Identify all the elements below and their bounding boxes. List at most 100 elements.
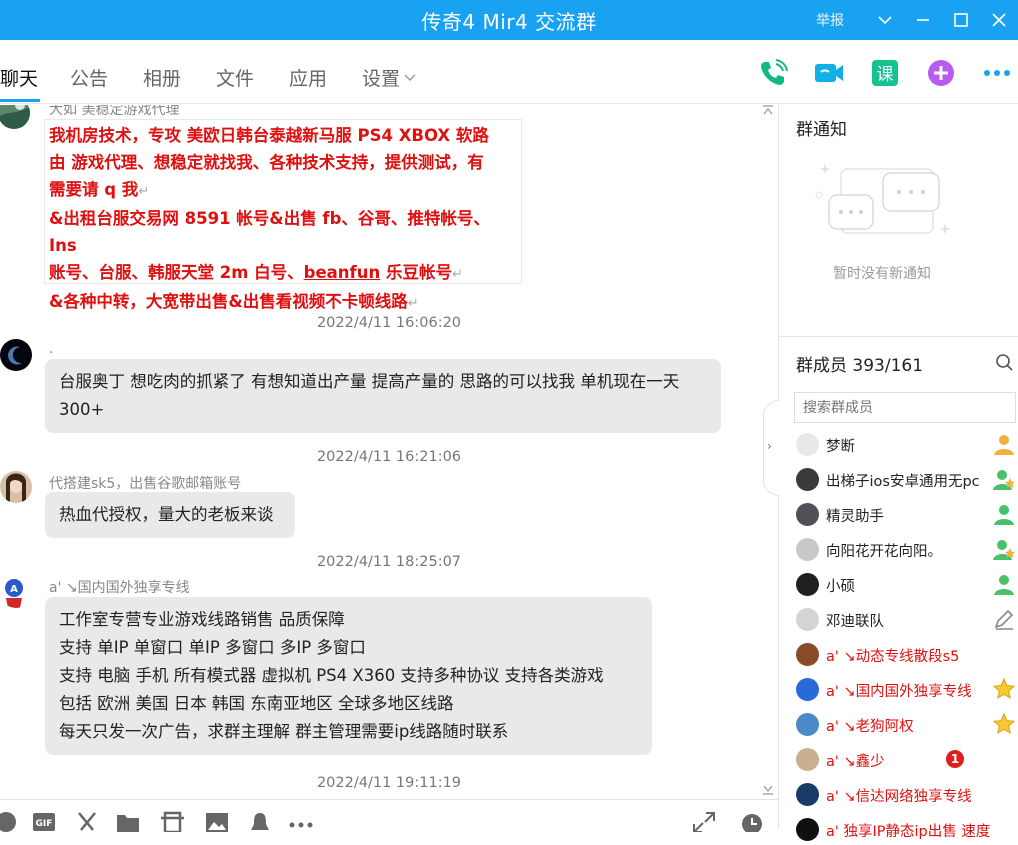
message-link[interactable]: beanfun [304, 263, 381, 282]
member-avatar[interactable] [796, 608, 819, 631]
expand-icon[interactable] [692, 810, 718, 833]
member-avatar[interactable] [796, 433, 819, 456]
bell-icon[interactable] [248, 810, 274, 830]
member-avatar[interactable] [796, 678, 819, 701]
video-icon[interactable] [812, 56, 846, 90]
scroll-down-icon[interactable] [762, 783, 774, 795]
chevron-down-icon [404, 65, 416, 87]
gif-icon[interactable]: GIF [32, 810, 58, 831]
member-avatar[interactable] [796, 713, 819, 736]
red-text-message[interactable]: 我机房技术，专攻 美欧日韩台泰越新马服 PS4 XBOX 软路 由 游戏代理、想… [44, 119, 522, 311]
member-name: a' 独享IP静态ip出售 速度 [826, 824, 991, 840]
tab-bar: 聊天 公告 相册 文件 应用 设置 课 [0, 40, 1018, 104]
more-icon[interactable] [980, 56, 1014, 90]
course-icon[interactable]: 课 [868, 56, 902, 90]
member-row[interactable]: a' ↘信达网络独享专线 [796, 780, 1018, 810]
message-line: 每天只发一次广告，求群主理解 群主管理需要ip线路随时联系 [59, 722, 509, 741]
member-row[interactable]: a' ↘老狗阿权 [796, 710, 1018, 740]
folder-icon[interactable] [116, 810, 142, 832]
screenshot-icon[interactable] [160, 810, 186, 834]
message-bubble[interactable]: 热血代授权，量大的老板来谈 [45, 492, 295, 538]
message-line: &各种中转，大宽带出售&出售看视频不卡顿线路 [49, 292, 408, 311]
maximize-icon[interactable] [942, 0, 980, 40]
member-search-input[interactable] [794, 392, 1016, 423]
chevron-down-icon[interactable] [866, 0, 904, 40]
avatar[interactable] [0, 471, 32, 503]
tab-files[interactable]: 文件 [216, 64, 254, 91]
message-timestamp: 2022/4/11 16:21:06 [316, 449, 462, 465]
image-icon[interactable] [205, 810, 231, 832]
member-name: 向阳花开花向阳。 [826, 544, 942, 560]
member-name: 邓迪联队 [826, 614, 884, 630]
return-mark: ↵ [407, 296, 419, 311]
member-row[interactable]: 向阳花开花向阳。 [796, 535, 1018, 565]
message-timestamp: 2022/4/11 16:06:20 [316, 315, 462, 331]
collapse-panel-button[interactable]: › [763, 400, 779, 496]
sender-name: a' ↘国内国外独享专线 [49, 580, 190, 596]
return-mark: ↵ [451, 267, 463, 282]
member-name: a' ↘老狗阿权 [826, 719, 914, 735]
message-line: 300+ [59, 400, 105, 419]
sender-name: 大如 美稳定游戏代理 [49, 105, 180, 118]
member-row[interactable]: 精灵助手 [796, 500, 1018, 530]
tab-album[interactable]: 相册 [143, 64, 181, 91]
minimize-icon[interactable] [904, 0, 942, 40]
member-row[interactable]: a' ↘动态专线散段s5 [796, 640, 1018, 670]
message-bubble[interactable]: 工作室专营专业游戏线路销售 品质保障 支持 单IP 单窗口 单IP 多窗口 多I… [45, 597, 652, 755]
message-timestamp: 2022/4/11 19:11:19 [316, 775, 462, 791]
member-avatar[interactable] [796, 538, 819, 561]
message-line: 需要请 q 我 [49, 180, 139, 199]
member-row[interactable]: a' ↘国内国外独享专线 [796, 675, 1018, 705]
history-icon[interactable] [740, 810, 766, 834]
member-row[interactable]: 小硕 [796, 570, 1018, 600]
star-icon [992, 712, 1016, 736]
tab-settings[interactable]: 设置 [362, 64, 416, 91]
member-row[interactable]: 邓迪联队 [796, 605, 1018, 635]
scroll-up-icon[interactable] [762, 105, 774, 117]
edit-icon[interactable] [992, 607, 1016, 631]
admin-icon [992, 572, 1016, 596]
member-avatar[interactable] [796, 748, 819, 771]
member-row[interactable]: 梦断 [796, 430, 1018, 460]
report-link[interactable]: 举报 [816, 10, 844, 30]
chat-message-list[interactable]: 大如 美稳定游戏代理 我机房技术，专攻 美欧日韩台泰越新马服 PS4 XBOX … [0, 105, 778, 799]
member-row[interactable]: 出梯子ios安卓通用无pc [796, 465, 1018, 495]
message-timestamp: 2022/4/11 18:25:07 [316, 554, 462, 570]
member-row[interactable]: a' ↘鑫少 1 [796, 745, 1018, 775]
tab-announcement[interactable]: 公告 [70, 64, 108, 91]
avatar[interactable] [0, 105, 30, 129]
member-avatar[interactable] [796, 573, 819, 596]
title-bar: 传奇4 Mir4 交流群 举报 [0, 0, 1018, 40]
message-line: 台服奥丁 想吃肉的抓紧了 有想知道出产量 提高产量的 思路的可以找我 单机现在一… [59, 372, 680, 391]
member-row[interactable]: a' 独享IP静态ip出售 速度 [796, 815, 1018, 845]
scissors-icon[interactable] [75, 810, 101, 831]
tab-settings-label: 设置 [362, 68, 401, 90]
member-avatar[interactable] [796, 643, 819, 666]
sender-name: 代搭建sk5，出售谷歌邮箱账号 [49, 476, 242, 492]
phone-icon[interactable] [756, 56, 790, 90]
member-avatar[interactable] [796, 783, 819, 806]
member-name: a' ↘国内国外独享专线 [826, 684, 972, 700]
message-line: 工作室专营专业游戏线路销售 品质保障 [59, 610, 345, 629]
svg-text:GIF: GIF [36, 819, 53, 829]
svg-text:A: A [10, 584, 18, 595]
tab-chat[interactable]: 聊天 [0, 64, 38, 91]
member-avatar[interactable] [796, 503, 819, 526]
message-line: 我机房技术，专攻 美欧日韩台泰越新马服 PS4 XBOX 软路 [49, 126, 489, 145]
member-avatar[interactable] [796, 468, 819, 491]
message-line: 支持 电脑 手机 所有模式器 虚拟机 PS4 X360 支持多种协议 支持各类游… [59, 666, 604, 685]
notice-title: 群通知 [796, 120, 847, 140]
member-name: 精灵助手 [826, 509, 884, 525]
avatar[interactable]: A [0, 576, 32, 608]
more-icon[interactable] [289, 810, 315, 830]
avatar[interactable] [0, 339, 32, 371]
search-icon[interactable] [995, 353, 1013, 371]
message-line: &出租台服交易网 8591 帐号&出售 fb、谷哥、推特帐号、Ins [49, 209, 490, 255]
add-app-icon[interactable] [924, 56, 958, 90]
emoji-icon[interactable] [0, 810, 20, 832]
close-icon[interactable] [980, 0, 1018, 40]
member-avatar[interactable] [796, 818, 819, 841]
message-bubble[interactable]: 台服奥丁 想吃肉的抓紧了 有想知道出产量 提高产量的 思路的可以找我 单机现在一… [45, 359, 721, 433]
notice-empty-text: 暂时没有新通知 [833, 266, 931, 282]
tab-apps[interactable]: 应用 [289, 64, 327, 91]
